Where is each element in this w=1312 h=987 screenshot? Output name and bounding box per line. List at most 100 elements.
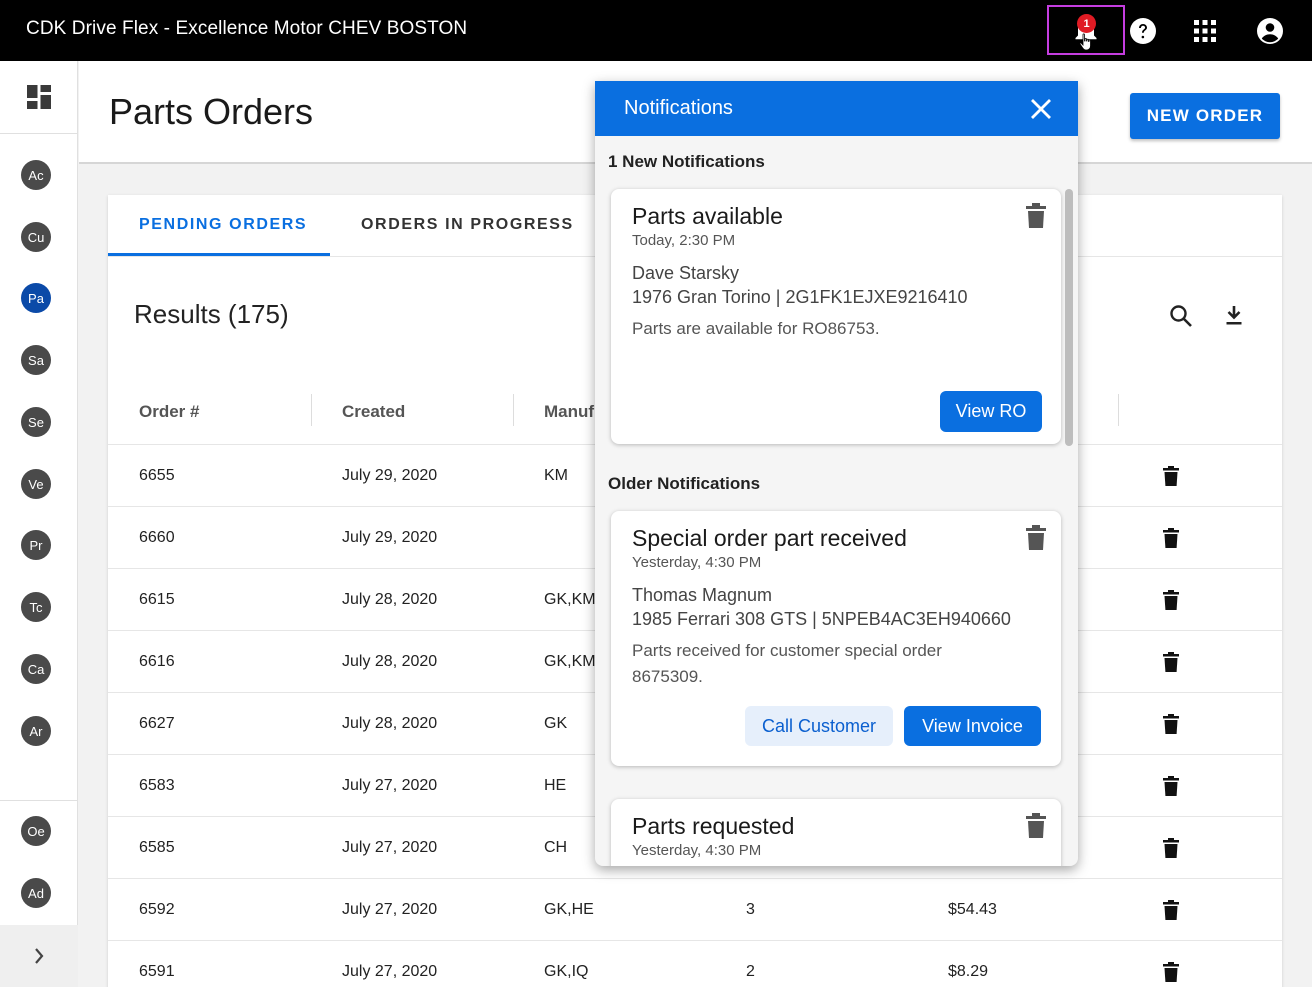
notification-message: Parts received for customer special orde… [632,641,942,686]
notifications-panel: Notifications 1 New Notifications Parts … [595,81,1078,866]
active-tab-indicator [108,253,330,256]
tab-orders-in-progress[interactable]: ORDERS IN PROGRESS [361,216,574,234]
notification-message: Parts are available for RO86753. [632,319,880,338]
help-icon [1130,18,1156,44]
dashboard-button[interactable] [0,61,78,134]
sidebar-divider [0,800,78,801]
sidebar-item-ad[interactable]: Ad [21,878,51,908]
delete-row-icon[interactable] [1163,900,1179,920]
notifications-scrollbar[interactable] [1065,189,1073,446]
notification-title: Parts available [632,203,783,229]
table-row[interactable]: 6592 July 27, 2020 GK,HE 3 $54.43 [108,878,1282,940]
order-number-cell: 6585 [139,839,175,856]
sidebar-item-ar[interactable]: Ar [21,716,51,746]
order-number-cell: 6592 [139,901,175,918]
new-notifications-label: 1 New Notifications [608,152,765,171]
delete-row-icon[interactable] [1163,466,1179,486]
created-date-cell: July 28, 2020 [342,715,438,732]
sidebar-item-ac[interactable]: Ac [21,160,51,190]
notification-card: Parts requested Yesterday, 4:30 PM [611,799,1061,866]
manufacturer-cell: GK,KM [544,653,596,670]
notification-time: Yesterday, 4:30 PM [632,554,762,571]
order-number-cell: 6583 [139,777,175,794]
created-date-cell: July 29, 2020 [342,529,438,546]
chevron-right-icon [35,948,44,964]
manufacturer-cell: HE [544,777,567,794]
order-number-cell: 6615 [139,591,175,608]
new-order-button[interactable]: NEW ORDER [1130,93,1280,139]
account-button[interactable] [1250,12,1290,50]
created-date-cell: July 27, 2020 [342,839,438,856]
customer-name: Thomas Magnum [632,585,773,605]
delete-row-icon[interactable] [1163,714,1179,734]
cursor-hand-icon [1079,33,1091,51]
notification-title: Parts requested [632,813,795,839]
notification-time: Yesterday, 4:30 PM [632,842,762,859]
delete-row-icon[interactable] [1163,838,1179,858]
apps-button[interactable] [1185,12,1225,50]
delete-row-icon[interactable] [1163,528,1179,548]
sidebar-item-cu[interactable]: Cu [21,222,51,252]
sidebar-item-pr[interactable]: Pr [21,530,51,560]
customer-name: Dave Starsky [632,263,740,283]
notification-time: Today, 2:30 PM [632,232,736,249]
notifications-button[interactable]: 1 [1047,5,1125,55]
sidebar-item-se[interactable]: Se [21,407,51,437]
trash-icon[interactable] [1025,203,1047,229]
vehicle-info: 1976 Gran Torino | 2G1FK1EJXE9216410 [632,287,968,307]
delete-row-icon[interactable] [1163,652,1179,672]
download-button[interactable] [1221,303,1247,329]
tab-pending-orders[interactable]: PENDING ORDERS [139,216,307,234]
dashboard-icon [27,85,51,109]
results-count: Results (175) [134,299,289,329]
order-number-cell: 6627 [139,715,175,732]
search-icon [1170,305,1192,327]
total-cell: $8.29 [948,963,989,980]
manufacturer-cell: GK,IQ [544,963,589,980]
delete-row-icon[interactable] [1163,590,1179,610]
search-button[interactable] [1168,303,1194,329]
manufacturer-cell: GK [544,715,568,732]
notification-card: Parts available Today, 2:30 PM Dave Star… [611,189,1061,444]
top-bar: CDK Drive Flex - Excellence Motor CHEV B… [0,0,1312,61]
notification-card: Special order part received Yesterday, 4… [611,511,1061,766]
vehicle-info: 1985 Ferrari 308 GTS | 5NPEB4AC3EH940660 [632,609,1011,629]
sidebar: Ac Cu Pa Sa Se Ve Pr Tc Ca Ar Oe Ad [0,61,78,987]
help-button[interactable] [1123,12,1163,50]
created-date-cell: July 29, 2020 [342,467,438,484]
view-invoice-button[interactable]: View Invoice [904,706,1041,746]
sidebar-item-ve[interactable]: Ve [21,469,51,499]
order-number-cell: 6616 [139,653,175,670]
created-date-cell: July 27, 2020 [342,963,438,980]
column-header-manufacturer[interactable]: Manuf [544,402,594,422]
table-row[interactable]: 6591 July 27, 2020 GK,IQ 2 $8.29 [108,940,1282,987]
created-date-cell: July 28, 2020 [342,653,438,670]
account-icon [1257,18,1283,44]
column-divider [1118,394,1119,426]
sidebar-expand-button[interactable] [0,925,78,987]
call-customer-button[interactable]: Call Customer [745,706,893,746]
close-icon[interactable] [1028,96,1054,122]
sidebar-item-tc[interactable]: Tc [21,592,51,622]
manufacturer-cell: GK,HE [544,901,594,918]
older-notifications-label: Older Notifications [608,474,761,493]
trash-icon[interactable] [1025,813,1047,839]
sidebar-item-oe[interactable]: Oe [21,816,51,846]
created-date-cell: July 27, 2020 [342,901,438,918]
sidebar-item-sa[interactable]: Sa [21,345,51,375]
apps-grid-icon [1194,20,1216,42]
download-icon [1226,306,1242,325]
column-header-order[interactable]: Order # [139,402,199,422]
delete-row-icon[interactable] [1163,776,1179,796]
view-ro-button[interactable]: View RO [940,391,1042,432]
created-date-cell: July 28, 2020 [342,591,438,608]
manufacturer-cell: CH [544,839,568,856]
notification-title: Special order part received [632,525,907,551]
delete-row-icon[interactable] [1163,962,1179,982]
sidebar-item-ca[interactable]: Ca [21,654,51,684]
manufacturer-cell: GK,KM [544,591,596,608]
column-header-created[interactable]: Created [342,402,405,422]
sidebar-item-pa[interactable]: Pa [21,283,51,313]
trash-icon[interactable] [1025,525,1047,551]
column-divider [311,394,312,426]
